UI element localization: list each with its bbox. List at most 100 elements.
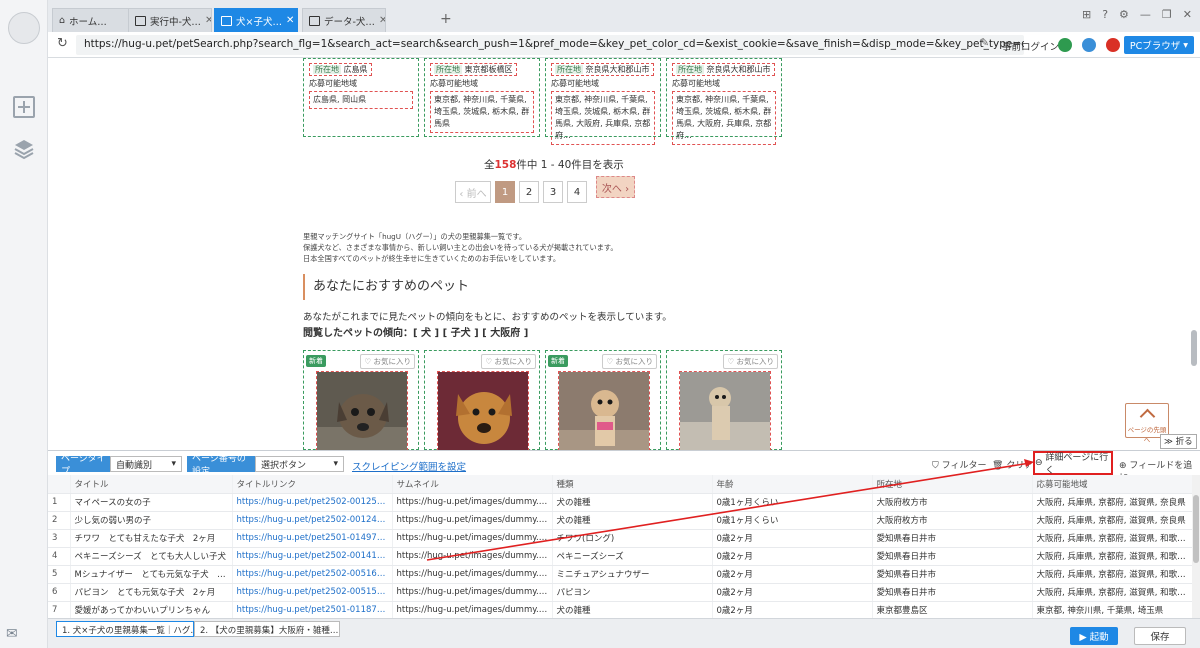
- settings-icon[interactable]: ⚙: [1119, 8, 1129, 21]
- close-icon[interactable]: ✕: [379, 15, 385, 26]
- table-cell[interactable]: https://hug-u.pet/images/dummy.gif: [392, 493, 553, 512]
- table-cell[interactable]: 大阪府, 兵庫県, 京都府, 滋賀県, 奈良県: [1032, 493, 1192, 512]
- table-cell[interactable]: https://hug-u.pet/pet2502-00516.html: [232, 565, 393, 584]
- column-header[interactable]: 年齢: [712, 475, 873, 494]
- table-cell[interactable]: パピヨン: [552, 583, 713, 602]
- table-cell[interactable]: https://hug-u.pet/pet2502-00515.html: [232, 583, 393, 602]
- table-cell[interactable]: https://hug-u.pet/pet2502-00124.html: [232, 511, 393, 530]
- table-cell[interactable]: 0歳2ヶ月: [712, 601, 873, 619]
- extension-icon[interactable]: [1058, 38, 1072, 52]
- new-task-icon[interactable]: [13, 96, 35, 118]
- close-icon[interactable]: ✕: [1183, 8, 1192, 21]
- table-cell[interactable]: 愛知県春日井市: [872, 565, 1033, 584]
- page-3-button[interactable]: 3: [543, 181, 563, 203]
- table-cell[interactable]: 0歳2ヶ月: [712, 547, 873, 566]
- clear-button[interactable]: 🗑 クリア: [992, 458, 1033, 471]
- column-header[interactable]: 種類: [552, 475, 713, 494]
- mail-icon[interactable]: ✉: [6, 626, 18, 642]
- table-cell[interactable]: 東京都豊島区: [872, 601, 1033, 619]
- table-cell[interactable]: 大阪府, 兵庫県, 京都府, 滋賀県, 和歌山県, 奈良県: [1032, 529, 1192, 548]
- go-to-detail-page-button[interactable]: ⊖ 詳細ページに行く: [1033, 451, 1113, 476]
- pet-card[interactable]: ♡ お気に入り: [424, 350, 540, 450]
- back-to-top-button[interactable]: ページの先頭へ: [1125, 403, 1169, 444]
- table-cell[interactable]: マイペースの女の子: [70, 493, 233, 512]
- pet-card[interactable]: 新着 ♡ お気に入り: [545, 350, 661, 450]
- table-cell[interactable]: 少し気の弱い男の子: [70, 511, 233, 530]
- pet-photo[interactable]: [437, 371, 529, 450]
- favorite-button[interactable]: ♡ お気に入り: [723, 354, 778, 369]
- help-icon[interactable]: ?: [1102, 8, 1108, 21]
- grid-scrollbar[interactable]: [1192, 475, 1200, 619]
- table-cell[interactable]: https://hug-u.pet/images/dummy.gif: [392, 547, 553, 566]
- new-tab-button[interactable]: +: [440, 11, 452, 27]
- run-button[interactable]: ▶ 起動: [1070, 627, 1118, 645]
- table-cell[interactable]: 愛媛があってかわいいプリンちゃん: [70, 601, 233, 619]
- layers-icon[interactable]: [13, 138, 35, 160]
- table-cell[interactable]: 0歳2ヶ月: [712, 583, 873, 602]
- browser-mode-select[interactable]: PCブラウザ ▾: [1124, 36, 1194, 54]
- table-cell[interactable]: https://hug-u.pet/pet2501-01497.html: [232, 529, 393, 548]
- column-header[interactable]: 応募可能地域: [1032, 475, 1192, 494]
- scraping-scope-link[interactable]: スクレイピング範囲を設定: [352, 459, 466, 473]
- close-icon[interactable]: ✕: [286, 15, 294, 26]
- table-cell[interactable]: 愛知県春日井市: [872, 583, 1033, 602]
- table-cell[interactable]: チワワ とても甘えたな子犬 2ヶ月: [70, 529, 233, 548]
- page-type-select[interactable]: 自動識別 ▾: [110, 456, 182, 472]
- pet-card[interactable]: 新着 ♡ お気に入り: [303, 350, 419, 450]
- column-header[interactable]: タイトルリンク: [232, 475, 393, 494]
- table-cell[interactable]: https://hug-u.pet/images/dummy.gif: [392, 583, 553, 602]
- table-cell[interactable]: 大阪府, 兵庫県, 京都府, 滋賀県, 和歌山県, 奈良県: [1032, 583, 1192, 602]
- favorite-button[interactable]: ♡ お気に入り: [602, 354, 657, 369]
- table-row[interactable]: 7 愛媛があってかわいいプリンちゃん https://hug-u.pet/pet25…: [48, 601, 1192, 619]
- task-tab-1[interactable]: 1. 犬×子犬の里親募集一覧｜ハグ…: [56, 621, 194, 637]
- page-scrollbar[interactable]: [1188, 58, 1200, 450]
- table-row[interactable]: 3 チワワ とても甘えたな子犬 2ヶ月 https://hug-u.pet/pet2…: [48, 529, 1192, 548]
- table-cell[interactable]: 0歳1ヶ月くらい: [712, 493, 873, 512]
- result-card[interactable]: 所在地 広島県 応募可能地域 広島県, 岡山県: [303, 58, 419, 137]
- tab-running[interactable]: 実行中-犬… ✕: [128, 8, 212, 32]
- edit-icon[interactable]: ✎: [980, 36, 989, 49]
- table-cell[interactable]: 愛知県春日井市: [872, 547, 1033, 566]
- page-4-button[interactable]: 4: [567, 181, 587, 203]
- table-cell[interactable]: ミニチュアシュナウザー: [552, 565, 713, 584]
- prelogin-button[interactable]: 事前ログイン: [1002, 39, 1059, 53]
- save-button[interactable]: 保存: [1134, 627, 1186, 645]
- prev-page-button[interactable]: ‹ 前へ: [455, 181, 491, 203]
- pet-photo[interactable]: [558, 371, 650, 450]
- table-cell[interactable]: 大阪府枚方市: [872, 493, 1033, 512]
- table-cell[interactable]: 犬の雑種: [552, 493, 713, 512]
- filter-button[interactable]: ⛉ フィルター: [932, 458, 986, 471]
- table-cell[interactable]: 大阪府, 兵庫県, 京都府, 滋賀県, 奈良県: [1032, 511, 1192, 530]
- table-row[interactable]: 4 ペキニーズシーズ とても大人しい子犬 https://hug-u.pet/pet…: [48, 547, 1192, 566]
- result-card[interactable]: 所在地 奈良県大和郡山市 応募可能地域 東京都, 神奈川県, 千葉県, 埼玉県,…: [545, 58, 661, 145]
- page-1-button[interactable]: 1: [495, 181, 515, 203]
- tab-current[interactable]: 犬×子犬… ✕: [214, 8, 298, 32]
- column-header[interactable]: 所在地: [872, 475, 1033, 494]
- table-cell[interactable]: 0歳1ヶ月くらい: [712, 511, 873, 530]
- page-number-select[interactable]: 選択ボタン ▾: [255, 456, 344, 472]
- table-cell[interactable]: ペキニーズシーズ とても大人しい子犬: [70, 547, 233, 566]
- restore-icon[interactable]: ❐: [1162, 8, 1172, 21]
- table-cell[interactable]: https://hug-u.pet/images/dummy.gif: [392, 601, 553, 619]
- column-header[interactable]: タイトル: [70, 475, 233, 494]
- table-cell[interactable]: 大阪府, 兵庫県, 京都府, 滋賀県, 和歌山県, 奈良県: [1032, 547, 1192, 566]
- accessibility-icon[interactable]: [1082, 38, 1096, 52]
- next-page-button[interactable]: 次へ ›: [596, 176, 635, 198]
- table-row[interactable]: 6 パピヨン とても元気な子犬 2ヶ月 https://hug-u.pet/pet2…: [48, 583, 1192, 602]
- table-cell[interactable]: ペキニーズシーズ: [552, 547, 713, 566]
- table-row[interactable]: 5 Mシュナイザー とても元気な子犬 2ヶ月 https://hug-u.pet/p…: [48, 565, 1192, 584]
- table-cell[interactable]: https://hug-u.pet/pet2501-01187.html: [232, 601, 393, 619]
- tab-data[interactable]: データ-犬… ✕: [302, 8, 386, 32]
- table-cell[interactable]: チワワ(ロング): [552, 529, 713, 548]
- table-cell[interactable]: https://hug-u.pet/images/dummy.gif: [392, 511, 553, 530]
- table-cell[interactable]: 愛知県春日井市: [872, 529, 1033, 548]
- url-input[interactable]: https://hug-u.pet/petSearch.php?search_f…: [76, 35, 1024, 55]
- table-cell[interactable]: 大阪府, 兵庫県, 京都府, 滋賀県, 和歌山県, 奈良県: [1032, 565, 1192, 584]
- pet-photo[interactable]: [316, 371, 408, 450]
- scrollbar-thumb[interactable]: [1193, 495, 1199, 563]
- table-cell[interactable]: 犬の雑種: [552, 601, 713, 619]
- reload-icon[interactable]: ↻: [57, 36, 68, 51]
- table-cell[interactable]: パピヨン とても元気な子犬 2ヶ月: [70, 583, 233, 602]
- result-card[interactable]: 所在地 東京都板橋区 応募可能地域 東京都, 神奈川県, 千葉県, 埼玉県, 茨…: [424, 58, 540, 137]
- table-cell[interactable]: https://hug-u.pet/pet2502-00125.html: [232, 493, 393, 512]
